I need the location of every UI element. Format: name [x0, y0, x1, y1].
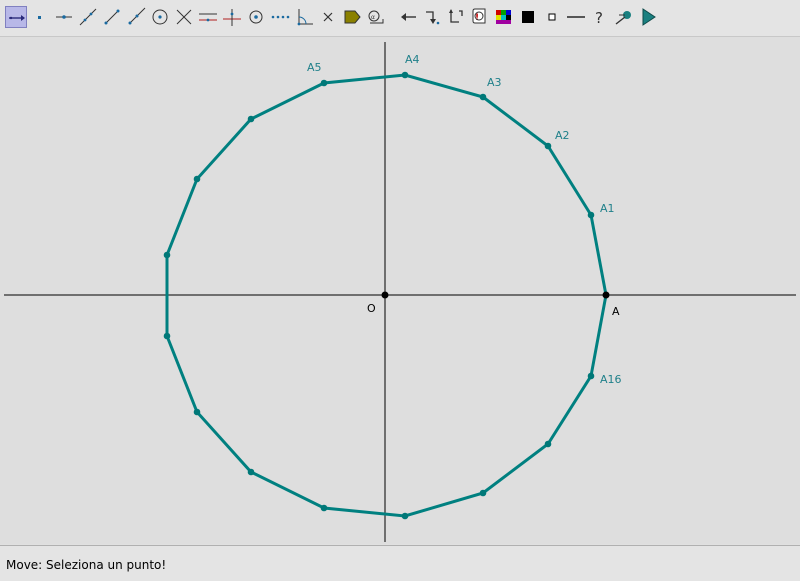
intersection-tool[interactable] [173, 6, 195, 28]
polygon-vertex[interactable] [163, 332, 171, 340]
svg-text:?: ? [595, 9, 603, 27]
origin-label: O [367, 302, 376, 315]
vertex-label-A1: A1 [600, 202, 615, 215]
color-tool[interactable] [493, 6, 515, 28]
status-bar: Move: Seleziona un punto! [0, 545, 800, 581]
line-style-tool[interactable] [565, 6, 587, 28]
point-on-object-tool[interactable] [53, 6, 75, 28]
polygon-vertex[interactable] [479, 93, 487, 101]
polygon-vertex[interactable] [587, 211, 595, 219]
locus-tool[interactable] [269, 6, 291, 28]
macro-tool[interactable]: ! [469, 6, 491, 28]
origin-point[interactable] [381, 291, 389, 299]
vertex-label-A4: A4 [405, 53, 420, 66]
drawing-canvas[interactable]: O A A1 A2 A3 A4 A5 A16 [0, 37, 800, 544]
midpoint-tool[interactable] [245, 6, 267, 28]
vertex-label-A16: A16 [600, 373, 622, 386]
vertex-label-A5: A5 [307, 61, 322, 74]
polygon-vertex[interactable] [320, 79, 328, 87]
polygon-vertex[interactable] [163, 251, 171, 259]
polygon-vertex[interactable] [247, 115, 255, 123]
perpendicular-tool[interactable] [221, 6, 243, 28]
point-A-label: A [612, 305, 620, 318]
play-tool[interactable] [637, 6, 659, 28]
toolbar: α!? [0, 0, 800, 37]
polygon-vertex[interactable] [479, 489, 487, 497]
ray-tool[interactable] [125, 6, 147, 28]
black-square-tool[interactable] [517, 6, 539, 28]
vertex-label-A2: A2 [555, 129, 570, 142]
polygon-vertex[interactable] [401, 512, 409, 520]
redo-tool[interactable] [421, 6, 443, 28]
delete-tool[interactable] [317, 6, 339, 28]
status-message: Move: Seleziona un punto! [6, 558, 167, 572]
polygon-vertex[interactable] [193, 408, 201, 416]
point-tool[interactable] [29, 6, 51, 28]
fill-tool[interactable] [341, 6, 363, 28]
line-tool[interactable] [77, 6, 99, 28]
canvas-svg[interactable]: O A A1 A2 A3 A4 A5 A16 [0, 37, 800, 544]
polygon-vertex[interactable] [544, 440, 552, 448]
polygon-vertex[interactable] [193, 175, 201, 183]
polygon-vertex[interactable] [401, 71, 409, 79]
polygon-vertex[interactable] [320, 504, 328, 512]
move-tool[interactable] [5, 6, 27, 28]
undo-tool[interactable] [397, 6, 419, 28]
svg-text:α: α [371, 14, 375, 21]
hide-tool[interactable] [613, 6, 635, 28]
help-tool[interactable]: ? [589, 6, 611, 28]
polygon-vertex[interactable] [587, 372, 595, 380]
segment-tool[interactable] [101, 6, 123, 28]
transform-tool[interactable] [445, 6, 467, 28]
polygon-vertex[interactable] [247, 468, 255, 476]
measure-tool[interactable]: α [365, 6, 387, 28]
geometry-app-window: α!? O A A1 A2 A3 A4 A5 A16 Move: Selezio… [0, 0, 800, 581]
vertex-label-A3: A3 [487, 76, 502, 89]
point-A[interactable] [602, 291, 610, 299]
circle-tool[interactable] [149, 6, 171, 28]
angle-tool[interactable] [293, 6, 315, 28]
polygon-vertex[interactable] [544, 142, 552, 150]
small-square-tool[interactable] [541, 6, 563, 28]
parallel-tool[interactable] [197, 6, 219, 28]
